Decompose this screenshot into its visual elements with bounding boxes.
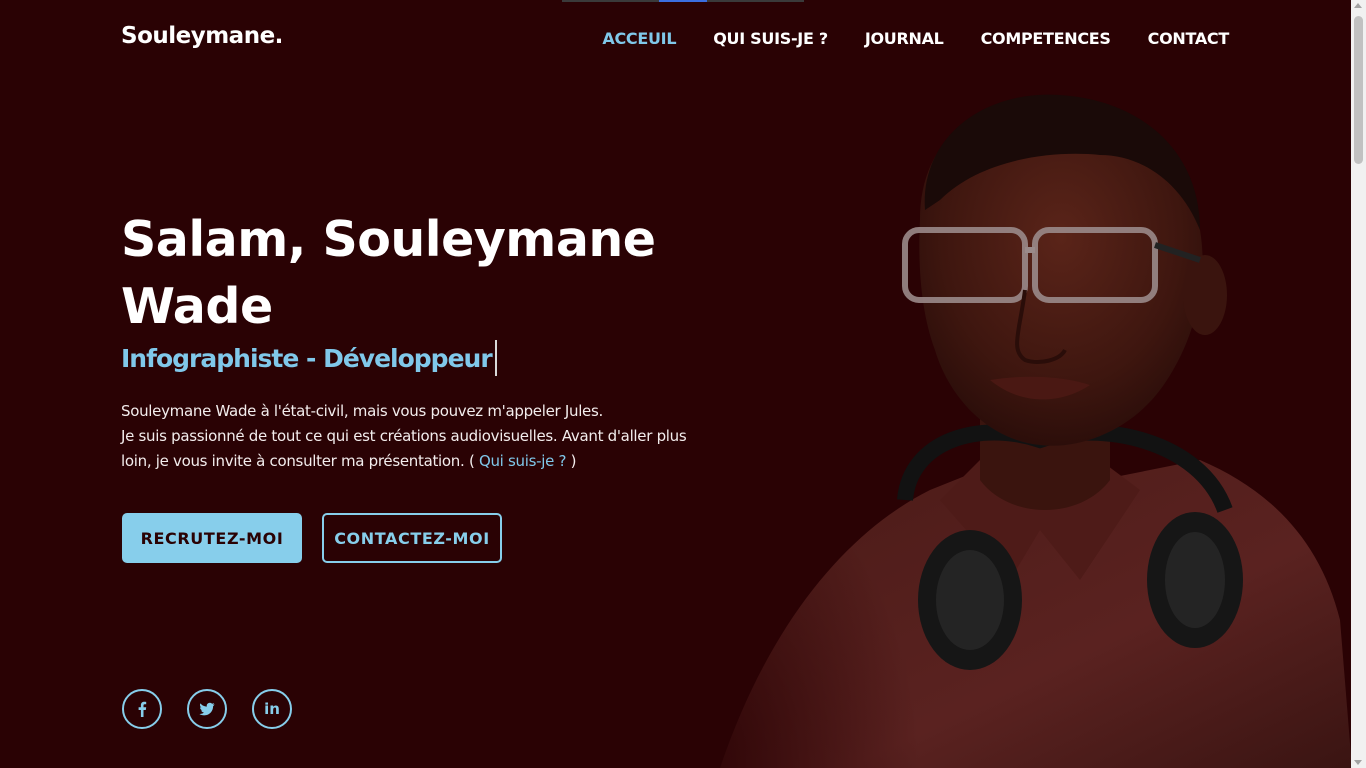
facebook-icon (138, 701, 147, 717)
top-progress-fill (659, 0, 707, 2)
contactez-moi-button[interactable]: CONTACTEZ-MOI (322, 513, 502, 563)
page: Souleymane. ACCEUIL QUI SUIS-JE ? JOURNA… (0, 0, 1366, 768)
hero-desc-end: ) (566, 452, 577, 470)
hero-desc-line1: Souleymane Wade à l'état-civil, mais vou… (121, 402, 603, 420)
scroll-thumb[interactable] (1354, 16, 1363, 164)
hero-desc-line2: Je suis passionné de tout ce qui est cré… (121, 427, 687, 470)
hero-subtitle-text: Infographiste - Développeur (121, 343, 493, 373)
nav-item-accueil[interactable]: ACCEUIL (602, 29, 676, 48)
brand-logo[interactable]: Souleymane. (121, 23, 283, 49)
hero-portrait (680, 94, 1352, 768)
nav-item-journal[interactable]: JOURNAL (865, 29, 944, 48)
linkedin-button[interactable]: in (252, 689, 292, 729)
typing-caret (494, 340, 497, 376)
main-nav: ACCEUIL QUI SUIS-JE ? JOURNAL COMPETENCE… (602, 29, 1229, 48)
page-scrollbar[interactable] (1351, 0, 1366, 768)
nav-item-contact[interactable]: CONTACT (1148, 29, 1230, 48)
hero-description: Souleymane Wade à l'état-civil, mais vou… (121, 399, 721, 474)
nav-item-competences[interactable]: COMPETENCES (981, 29, 1111, 48)
facebook-button[interactable] (122, 689, 162, 729)
qui-suis-je-link[interactable]: Qui suis-je ? (479, 452, 567, 470)
recrutez-moi-button[interactable]: RECRUTEZ-MOI (122, 513, 302, 563)
nav-item-qui-suis-je[interactable]: QUI SUIS-JE ? (713, 29, 828, 48)
hero-title: Salam, Souleymane Wade (121, 206, 721, 340)
scroll-up-arrow-icon[interactable] (1354, 3, 1362, 8)
hero-subtitle: Infographiste - Développeur (121, 340, 497, 376)
top-progress-strip (562, 0, 804, 2)
hero-title-line2: Wade (121, 278, 273, 335)
twitter-button[interactable] (187, 689, 227, 729)
scroll-down-arrow-icon[interactable] (1354, 760, 1362, 765)
hero-title-line1: Salam, Souleymane (121, 211, 656, 268)
linkedin-icon: in (264, 700, 280, 718)
twitter-icon (199, 702, 215, 716)
